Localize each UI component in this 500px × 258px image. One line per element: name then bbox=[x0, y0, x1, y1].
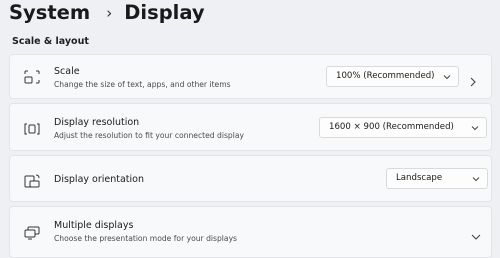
multiple-displays-icon bbox=[24, 225, 40, 240]
display-resolution-dropdown-value: 1600 × 900 (Recommended) bbox=[329, 122, 454, 132]
chevron-down-icon bbox=[472, 175, 480, 182]
section-title: Scale & layout bbox=[12, 36, 89, 47]
display-orientation-setting-card: Display orientation Landscape bbox=[9, 155, 492, 202]
orientation-icon bbox=[24, 173, 40, 188]
scale-setting-card[interactable]: Scale Change the size of text, apps, and… bbox=[9, 54, 492, 99]
scale-description: Change the size of text, apps, and other… bbox=[54, 80, 231, 89]
multiple-displays-description: Choose the presentation mode for your di… bbox=[54, 234, 238, 243]
display-orientation-dropdown[interactable]: Landscape bbox=[386, 168, 488, 189]
display-orientation-title: Display orientation bbox=[54, 174, 145, 185]
breadcrumb: System › Display bbox=[9, 1, 205, 24]
display-resolution-dropdown[interactable]: 1600 × 900 (Recommended) bbox=[319, 117, 487, 138]
multiple-displays-title: Multiple displays bbox=[54, 220, 134, 231]
scale-dropdown-value: 100% (Recommended) bbox=[336, 71, 435, 81]
display-orientation-dropdown-value: Landscape bbox=[396, 173, 443, 183]
display-resolution-title: Display resolution bbox=[54, 117, 140, 128]
scale-title: Scale bbox=[54, 66, 80, 77]
chevron-down-icon[interactable] bbox=[471, 226, 481, 240]
multiple-displays-setting-card[interactable]: Multiple displays Choose the presentatio… bbox=[9, 206, 492, 258]
breadcrumb-root[interactable]: System bbox=[9, 1, 90, 24]
chevron-down-icon bbox=[471, 124, 479, 131]
scale-dropdown[interactable]: 100% (Recommended) bbox=[326, 66, 459, 87]
scale-icon bbox=[24, 69, 40, 84]
chevron-down-icon bbox=[443, 73, 451, 80]
chevron-right-icon[interactable] bbox=[469, 72, 477, 87]
resolution-icon bbox=[24, 121, 40, 135]
breadcrumb-separator: › bbox=[106, 3, 113, 22]
page-title: Display bbox=[124, 1, 205, 24]
display-resolution-setting-card: Display resolution Adjust the resolution… bbox=[9, 103, 492, 151]
display-resolution-description: Adjust the resolution to fit your connec… bbox=[54, 131, 244, 140]
